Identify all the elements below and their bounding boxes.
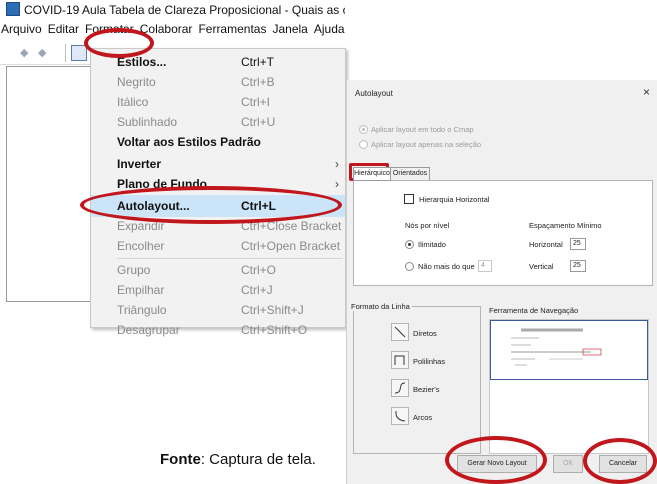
ok-button[interactable]: OK bbox=[553, 455, 583, 473]
tab-hierarquico[interactable]: Hierárquico bbox=[353, 167, 391, 181]
apply-all-label: Aplicar layout em todo o Cmap bbox=[371, 125, 474, 134]
menu-item-empilhar: Empilhar Ctrl+J bbox=[117, 283, 273, 297]
apply-all-radio[interactable] bbox=[359, 125, 368, 134]
nodes-per-level-label: Nós por nível bbox=[405, 221, 450, 230]
apply-selection-label: Aplicar layout apenas na seleção bbox=[371, 140, 482, 149]
navigation-viewport bbox=[490, 320, 648, 380]
no-more-than-radio[interactable] bbox=[405, 262, 414, 271]
vertical-spacing-input[interactable]: 25 bbox=[570, 260, 586, 272]
annotation-ellipse-autolayout bbox=[80, 186, 342, 224]
menu-ajuda[interactable]: Ajuda bbox=[314, 22, 345, 36]
menu-item-voltar-estilos[interactable]: Voltar aos Estilos Padrão bbox=[91, 131, 345, 153]
annotation-ellipse-generate bbox=[445, 436, 547, 484]
annotation-ellipse-cancel bbox=[583, 438, 657, 484]
navigation-preview[interactable] bbox=[489, 319, 649, 454]
min-spacing-label: Espaçamento Mínimo bbox=[529, 221, 602, 230]
menu-item-triangulo: Triângulo Ctrl+Shift+J bbox=[117, 303, 304, 317]
toolbar-divider bbox=[65, 44, 66, 62]
no-more-than-label: Não mais do que bbox=[418, 262, 475, 271]
hierarchical-panel bbox=[353, 180, 653, 286]
submenu-arrow-icon: › bbox=[335, 157, 339, 171]
arc-icon[interactable] bbox=[391, 407, 409, 425]
window-title-bar: COVID-19 Aula Tabela de Clareza Proposic… bbox=[0, 0, 345, 20]
menu-item-desagrupar: Desagrupar Ctrl+Shift+O bbox=[117, 323, 308, 337]
dialog-title: Autolayout bbox=[355, 89, 393, 98]
menu-bar: Arquivo Editar Formatar Colaborar Ferramenta… bbox=[0, 20, 345, 38]
horizontal-spacing-label: Horizontal bbox=[529, 240, 563, 249]
forward-arrow-icon[interactable]: ◆ bbox=[38, 46, 46, 59]
menu-item-italico: Itálico Ctrl+I bbox=[117, 95, 271, 109]
submenu-arrow-icon: › bbox=[335, 177, 339, 191]
bezier-curve-icon[interactable] bbox=[391, 379, 409, 397]
menu-arquivo[interactable]: Arquivo bbox=[1, 22, 42, 36]
nav-tool-label: Ferramenta de Navegação bbox=[489, 306, 579, 315]
menu-ferramentas[interactable]: Ferramentas bbox=[198, 22, 266, 36]
apply-selection-radio[interactable] bbox=[359, 140, 368, 149]
line-type-arcos: Arcos bbox=[413, 413, 433, 422]
horizontal-spacing-input[interactable]: 25 bbox=[570, 238, 586, 250]
unlimited-radio[interactable] bbox=[405, 240, 414, 249]
annotation-ellipse-formatar bbox=[84, 28, 154, 58]
menu-item-inverter[interactable]: Inverter › bbox=[91, 153, 345, 175]
line-type-diretos: Diretos bbox=[413, 329, 437, 338]
line-format-label: Formato da Linha bbox=[349, 302, 412, 311]
horizontal-hierarchy-label: Hierarquia Horizontal bbox=[419, 195, 490, 204]
menu-item-grupo: Grupo Ctrl+O bbox=[117, 263, 277, 277]
no-more-than-input[interactable]: 4 bbox=[478, 260, 492, 272]
tab-orientados[interactable]: Orientados bbox=[390, 167, 430, 181]
polyline-icon[interactable] bbox=[391, 351, 409, 369]
line-type-beziers: Bezier's bbox=[413, 385, 440, 394]
menu-item-negrito: Negrito Ctrl+B bbox=[117, 75, 275, 89]
line-type-polilinhas: Polilinhas bbox=[413, 357, 446, 366]
straight-line-icon[interactable] bbox=[391, 323, 409, 341]
figure-caption: Fonte: Captura de tela. bbox=[160, 451, 316, 468]
menu-janela[interactable]: Janela bbox=[272, 22, 307, 36]
horizontal-hierarchy-checkbox[interactable] bbox=[404, 194, 414, 204]
app-icon bbox=[6, 2, 20, 16]
menu-item-encolher: Encolher Ctrl+Open Bracket bbox=[117, 239, 341, 253]
autolayout-dialog: Autolayout × Aplicar layout em todo o Cm… bbox=[346, 80, 657, 484]
vertical-spacing-label: Vertical bbox=[529, 262, 554, 271]
unlimited-label: Ilimitado bbox=[418, 240, 446, 249]
menu-editar[interactable]: Editar bbox=[48, 22, 79, 36]
close-icon[interactable]: × bbox=[643, 85, 650, 99]
cmap-thumbnail-icon bbox=[511, 328, 602, 366]
menu-item-sublinhado: Sublinhado Ctrl+U bbox=[117, 115, 276, 129]
window-title: COVID-19 Aula Tabela de Clareza Proposic… bbox=[24, 3, 345, 17]
back-arrow-icon[interactable]: ◆ bbox=[20, 46, 28, 59]
